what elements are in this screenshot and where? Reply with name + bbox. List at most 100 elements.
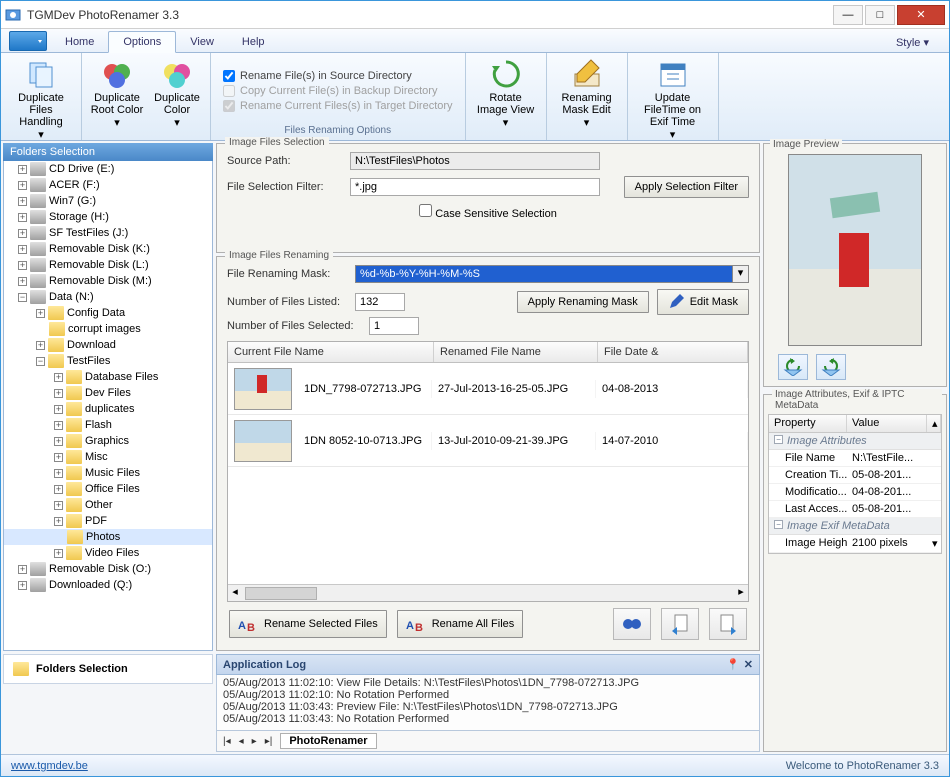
rotate-image-button[interactable]: Rotate Image View▾ (472, 56, 540, 131)
tab-help[interactable]: Help (228, 32, 279, 52)
rotate-left-button[interactable] (778, 354, 808, 380)
next-file-button[interactable] (709, 608, 747, 640)
log-close-icon[interactable]: ✕ (744, 658, 753, 671)
log-next[interactable]: ▸ (252, 736, 257, 747)
log-tab[interactable]: PhotoRenamer (280, 733, 376, 749)
duplicate-files-button[interactable]: Duplicate Files Handling▾ (7, 56, 75, 143)
files-grid[interactable]: Current File Name Renamed File Name File… (227, 341, 749, 602)
tab-home[interactable]: Home (51, 32, 108, 52)
tree-item[interactable]: corrupt images (4, 321, 212, 337)
tree-item[interactable]: −TestFiles (4, 353, 212, 369)
tree-item[interactable]: +Database Files (4, 369, 212, 385)
tree-item[interactable]: +Misc (4, 449, 212, 465)
folder-icon (66, 498, 82, 512)
minimize-button[interactable]: — (833, 5, 863, 25)
sidebar-header: Folders Selection (3, 143, 213, 161)
nlisted-label: Number of Files Listed: (227, 296, 347, 308)
folder-icon (48, 338, 64, 352)
drive-icon (30, 226, 46, 240)
apply-mask-button[interactable]: Apply Renaming Mask (517, 291, 649, 313)
rename-all-button[interactable]: ABRename All Files (397, 610, 524, 638)
table-row[interactable]: 1DN 8052-10-0713.JPG13-Jul-2010-09-21-39… (228, 415, 748, 467)
tree-item[interactable]: +Removable Disk (O:) (4, 561, 212, 577)
tree-item[interactable]: +duplicates (4, 401, 212, 417)
attrs-section-1[interactable]: −Image Attributes (769, 433, 941, 450)
tree-item[interactable]: +Storage (H:) (4, 209, 212, 225)
statusbar: www.tgmdev.be Welcome to PhotoRenamer 3.… (1, 754, 949, 776)
log-header: Application Log 📍✕ (216, 654, 760, 675)
tree-item[interactable]: +Win7 (G:) (4, 193, 212, 209)
log-prev[interactable]: ◂ (239, 736, 244, 747)
homepage-link[interactable]: www.tgmdev.be (11, 760, 88, 772)
rotate-right-button[interactable] (816, 354, 846, 380)
tree-item[interactable]: +Flash (4, 417, 212, 433)
opt-rename-source[interactable]: Rename File(s) in Source Directory (223, 70, 453, 82)
tree-item[interactable]: +ACER (F:) (4, 177, 212, 193)
log-first[interactable]: |◂ (223, 736, 231, 747)
tree-item[interactable]: +Removable Disk (M:) (4, 273, 212, 289)
attr-row[interactable]: File NameN:\TestFile... (769, 450, 941, 467)
close-button[interactable]: ✕ (897, 5, 945, 25)
log-last[interactable]: ▸| (265, 736, 273, 747)
source-path-input[interactable] (350, 152, 600, 170)
tree-item[interactable]: +Video Files (4, 545, 212, 561)
tree-item[interactable]: +Downloaded (Q:) (4, 577, 212, 593)
attr-row[interactable]: Creation Ti...05-08-201... (769, 467, 941, 484)
duplicate-root-color-button[interactable]: Duplicate Root Color▾ (88, 56, 146, 131)
attrs-section-2[interactable]: −Image Exif MetaData (769, 518, 941, 535)
page-prev-icon (669, 613, 691, 635)
tree-item[interactable]: +Dev Files (4, 385, 212, 401)
titlebar: TGMDev PhotoRenamer 3.3 — □ ✕ (1, 1, 949, 29)
tab-options[interactable]: Options (108, 31, 176, 53)
search-button[interactable] (613, 608, 651, 640)
apply-filter-button[interactable]: Apply Selection Filter (624, 176, 749, 198)
tree-item[interactable]: +Removable Disk (K:) (4, 241, 212, 257)
page-next-icon (717, 613, 739, 635)
preview-legend: Image Preview (770, 139, 842, 150)
tree-item[interactable]: +Music Files (4, 465, 212, 481)
renaming-mask-edit-button[interactable]: Renaming Mask Edit▾ (553, 56, 621, 131)
mask-dropdown-icon[interactable]: ▾ (733, 265, 749, 283)
filter-input[interactable] (350, 178, 600, 196)
folder-icon (13, 662, 29, 676)
prev-file-button[interactable] (661, 608, 699, 640)
attr-row[interactable]: Image Height2100 pixels▾ (769, 535, 941, 553)
duplicate-color-button[interactable]: Duplicate Color▾ (150, 56, 204, 131)
file-dropdown[interactable] (9, 31, 47, 51)
folders-selection-footer[interactable]: Folders Selection (3, 654, 213, 684)
edit-mask-button[interactable]: Edit Mask (657, 289, 749, 315)
attrs-grid[interactable]: PropertyValue▴ −Image Attributes File Na… (768, 414, 942, 554)
tree-item[interactable]: +CD Drive (E:) (4, 161, 212, 177)
tree-item[interactable]: +Graphics (4, 433, 212, 449)
table-row[interactable]: 1DN_7798-072713.JPG27-Jul-2013-16-25-05.… (228, 363, 748, 415)
tree-item[interactable]: +Office Files (4, 481, 212, 497)
tree-item[interactable]: +PDF (4, 513, 212, 529)
log-pin-icon[interactable]: 📍 (726, 658, 740, 671)
update-filetime-button[interactable]: Update FileTime on Exif Time▾ (634, 56, 712, 143)
maximize-button[interactable]: □ (865, 5, 895, 25)
log-body[interactable]: 05/Aug/2013 11:02:10: View File Details:… (216, 675, 760, 731)
attr-row[interactable]: Modificatio...04-08-201... (769, 484, 941, 501)
col-date[interactable]: File Date & (598, 342, 748, 362)
style-dropdown[interactable]: Style ▾ (886, 33, 939, 52)
mask-input[interactable] (355, 265, 733, 283)
attr-row[interactable]: Last Acces...05-08-201... (769, 501, 941, 518)
tree-item[interactable]: +Download (4, 337, 212, 353)
tab-view[interactable]: View (176, 32, 228, 52)
folder-icon (48, 306, 64, 320)
col-renamed[interactable]: Renamed File Name (434, 342, 598, 362)
grid-hscroll[interactable]: ◂▸ (228, 584, 748, 601)
tree-item[interactable]: +Config Data (4, 305, 212, 321)
rename-selected-button[interactable]: ABRename Selected Files (229, 610, 387, 638)
binoculars-icon (621, 613, 643, 635)
folder-tree[interactable]: +CD Drive (E:)+ACER (F:)+Win7 (G:)+Stora… (3, 161, 213, 651)
drive-icon (30, 290, 46, 304)
tree-item[interactable]: +Removable Disk (L:) (4, 257, 212, 273)
tree-item[interactable]: Photos (4, 529, 212, 545)
tree-item[interactable]: −Data (N:) (4, 289, 212, 305)
case-sensitive-checkbox[interactable]: Case Sensitive Selection (419, 204, 557, 220)
tree-item[interactable]: +SF TestFiles (J:) (4, 225, 212, 241)
col-current[interactable]: Current File Name (228, 342, 434, 362)
svg-text:B: B (415, 622, 423, 633)
tree-item[interactable]: +Other (4, 497, 212, 513)
